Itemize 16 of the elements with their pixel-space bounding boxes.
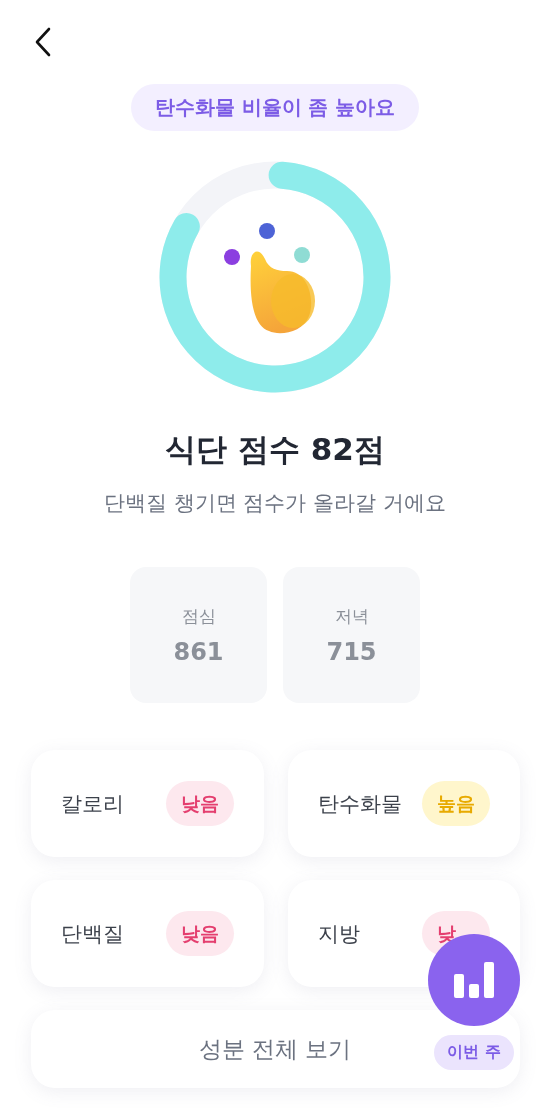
level-badge: 낮음 <box>165 911 234 956</box>
meal-calories: 715 <box>326 637 377 666</box>
score-subtitle: 단백질 챙기면 점수가 올라갈 거에요 <box>104 490 446 517</box>
meal-label: 점심 <box>181 604 216 628</box>
level-badge: 낮음 <box>165 781 234 826</box>
bar-chart-icon <box>453 962 495 998</box>
score-title: 식단 점수 82점 <box>165 430 385 469</box>
meal-label: 저녁 <box>334 604 369 628</box>
nutrient-name: 단백질 <box>60 920 125 948</box>
meal-calories: 861 <box>173 637 224 666</box>
level-badge: 높음 <box>421 781 490 826</box>
nutrient-name: 지방 <box>317 920 361 948</box>
nutrient-name: 탄수화물 <box>317 790 403 818</box>
nutrient-name: 칼로리 <box>60 790 125 818</box>
week-chip: 이번 주 <box>434 1035 514 1070</box>
status-banner: 탄수화물 비율이 좀 높아요 <box>130 84 420 131</box>
